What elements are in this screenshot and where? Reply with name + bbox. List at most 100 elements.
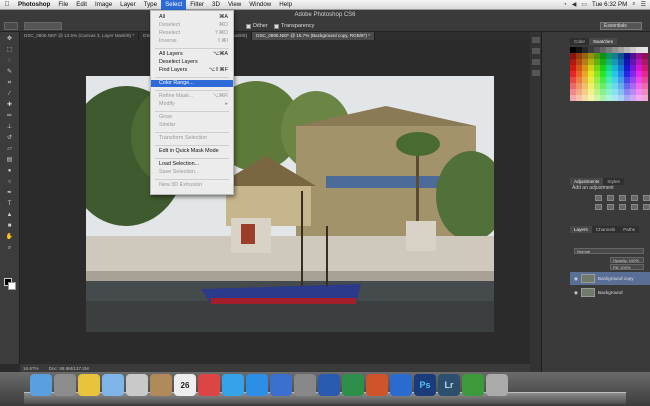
calendar-icon[interactable]: 26 [174, 374, 196, 396]
document-image[interactable] [86, 76, 494, 332]
menu-view[interactable]: View [224, 0, 245, 10]
blur-tool-icon[interactable]: ● [5, 167, 15, 175]
menu-item-deselect-layers[interactable]: Deselect Layers [151, 59, 233, 66]
path-select-tool-icon[interactable]: ▲ [5, 211, 15, 219]
menu-filter[interactable]: Filter [186, 0, 208, 10]
background-color-swatch[interactable] [8, 282, 16, 290]
healing-tool-icon[interactable]: ✚ [5, 101, 15, 109]
zoom-tool-icon[interactable]: ⌕ [5, 244, 15, 252]
move-tool-icon[interactable]: ✥ [5, 35, 15, 43]
info-panel-icon[interactable] [531, 59, 540, 65]
dither-checkbox[interactable]: Dither [246, 23, 268, 29]
hand-tool-icon[interactable]: ✋ [5, 233, 15, 241]
tab-color[interactable]: Color [570, 38, 589, 45]
lasso-tool-icon[interactable]: ◌ [5, 57, 15, 65]
volume-icon[interactable]: ◀ [572, 1, 577, 8]
swatch[interactable] [642, 95, 648, 101]
safari-icon[interactable] [270, 374, 292, 396]
mail-icon[interactable] [126, 374, 148, 396]
properties-panel-icon[interactable] [531, 48, 540, 54]
menu-item-edit-in-quick-mask-mode[interactable]: Edit in Quick Mask Mode [151, 148, 233, 155]
menu-3d[interactable]: 3D [208, 0, 224, 10]
history-brush-tool-icon[interactable]: ↺ [5, 134, 15, 142]
lightroom-icon[interactable]: Lr [438, 374, 460, 396]
history-panel-icon[interactable] [531, 37, 540, 43]
trash-icon[interactable] [486, 374, 508, 396]
doc-size[interactable]: Doc: 68.6M/137.2M [49, 366, 89, 371]
appstore-icon[interactable] [246, 374, 268, 396]
outlook-icon[interactable] [390, 374, 412, 396]
bw-adj-icon[interactable] [619, 204, 626, 210]
finder-icon[interactable] [30, 374, 52, 396]
gradient-picker[interactable] [24, 22, 62, 30]
brush-tool-icon[interactable]: ✏ [5, 112, 15, 120]
channelmixer-adj-icon[interactable] [643, 204, 650, 210]
opacity-field[interactable]: Opacity: 100% [610, 257, 644, 263]
evernote-icon[interactable] [462, 374, 484, 396]
eyedropper-tool-icon[interactable]: ⁄ [5, 90, 15, 98]
eraser-tool-icon[interactable]: ▱ [5, 145, 15, 153]
eye-icon[interactable]: ◉ [574, 290, 578, 296]
menu-item-all[interactable]: All ⌘A [151, 14, 233, 21]
tab-styles[interactable]: Styles [603, 178, 624, 185]
blend-mode-select[interactable]: Normal [574, 248, 644, 254]
gradient-tool-icon[interactable]: ▤ [5, 156, 15, 164]
tool-preset-picker[interactable] [4, 22, 18, 30]
hue-adj-icon[interactable] [595, 204, 602, 210]
swatches-grid[interactable] [570, 47, 648, 107]
dodge-tool-icon[interactable]: ○ [5, 178, 15, 186]
menu-edit[interactable]: Edit [72, 0, 91, 10]
type-tool-icon[interactable]: T [5, 200, 15, 208]
crop-tool-icon[interactable]: ⌗ [5, 79, 15, 87]
workspace-switcher[interactable]: Essentials [600, 22, 642, 30]
eye-icon[interactable]: ◉ [574, 276, 578, 282]
notification-icon[interactable]: ☰ [641, 1, 646, 8]
dither-check-box[interactable] [246, 23, 251, 29]
itunes-icon[interactable] [222, 374, 244, 396]
transparency-checkbox[interactable]: Transparency [274, 23, 314, 29]
colorbalance-adj-icon[interactable] [607, 204, 614, 210]
menu-item-load-selection[interactable]: Load Selection... [151, 161, 233, 168]
zoom-level[interactable]: 16.67% [23, 366, 39, 371]
word-icon[interactable] [318, 374, 340, 396]
doc-tab[interactable]: DSC_0806.NEF @ 12.5% (Canvas 3, Layer Ma… [20, 32, 140, 40]
menu-window[interactable]: Window [245, 0, 275, 10]
preview-icon[interactable] [102, 374, 124, 396]
menu-layer[interactable]: Layer [116, 0, 139, 10]
actions-panel-icon[interactable] [531, 70, 540, 76]
shape-tool-icon[interactable]: ■ [5, 222, 15, 230]
menu-photoshop[interactable]: Photoshop [14, 0, 54, 10]
photoshop-icon[interactable]: Ps [414, 374, 436, 396]
layer-row-background-copy[interactable]: ◉ Background copy [570, 272, 650, 285]
menu-item-find-layers[interactable]: Find Layers ⌥⇧⌘F [151, 67, 233, 74]
layer-row-background[interactable]: ◉ Background [570, 286, 650, 299]
quick-select-tool-icon[interactable]: ✎ [5, 68, 15, 76]
menu-item-all-layers[interactable]: All Layers ⌥⌘A [151, 51, 233, 58]
menu-image[interactable]: Image [91, 0, 116, 10]
battery-icon[interactable]: ▭ [581, 1, 587, 8]
launchpad-icon[interactable] [54, 374, 76, 396]
canvas-area[interactable] [20, 40, 530, 364]
prefs-icon[interactable] [294, 374, 316, 396]
doc-tab-active[interactable]: DSC_0806.NEF @ 16.7% (Background copy, R… [252, 32, 375, 40]
tab-swatches[interactable]: Swatches [588, 38, 617, 45]
fill-field[interactable]: Fill: 100% [610, 264, 644, 270]
menu-type[interactable]: Type [140, 0, 161, 10]
chrome-icon[interactable] [78, 374, 100, 396]
marquee-tool-icon[interactable]: ⬚ [5, 46, 15, 54]
pen-tool-icon[interactable]: ✒ [5, 189, 15, 197]
levels-adj-icon[interactable] [607, 195, 614, 201]
vibrance-adj-icon[interactable] [643, 195, 650, 201]
ical-icon[interactable] [198, 374, 220, 396]
contacts-icon[interactable] [150, 374, 172, 396]
tab-adjustments[interactable]: Adjustments [570, 178, 604, 185]
menu-item-color-range[interactable]: Color Range... [151, 80, 233, 87]
menu-help[interactable]: Help [275, 0, 296, 10]
exposure-adj-icon[interactable] [631, 195, 638, 201]
photofilter-adj-icon[interactable] [631, 204, 638, 210]
curves-adj-icon[interactable] [619, 195, 626, 201]
spotlight-icon[interactable]: ⌕ [632, 1, 635, 8]
stamp-tool-icon[interactable]: ⊥ [5, 123, 15, 131]
menu-file[interactable]: File [54, 0, 72, 10]
brightness-adj-icon[interactable] [595, 195, 602, 201]
